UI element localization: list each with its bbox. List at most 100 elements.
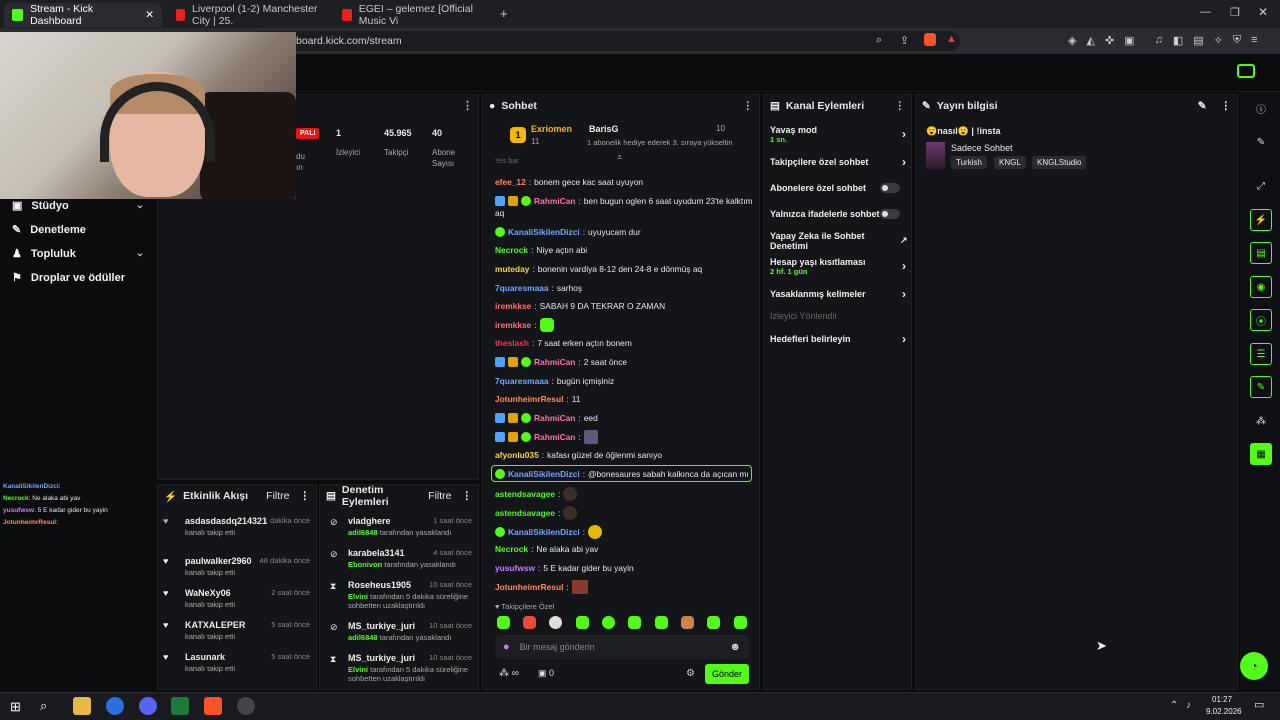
more-options-icon[interactable]: ⋮ <box>895 100 906 112</box>
emote-icon[interactable] <box>628 616 641 629</box>
document-icon[interactable]: ▤ <box>1250 242 1272 264</box>
filter-button[interactable]: Filtre <box>428 490 451 502</box>
volume-icon[interactable]: ♪ <box>1186 700 1191 711</box>
live-badge: PALI <box>296 128 320 139</box>
more-options-icon[interactable]: ⋮ <box>462 490 473 502</box>
more-options-icon[interactable]: ⋮ <box>462 99 473 112</box>
more-options-icon[interactable]: ⋮ <box>300 490 311 502</box>
expand-icon[interactable]: ⤢ <box>1250 175 1272 197</box>
extension-icon[interactable]: ◈ <box>1068 34 1076 47</box>
sidebar-item-drops[interactable]: ⚑ Droplar ve ödüller <box>12 271 144 285</box>
send-button[interactable]: Gönder <box>705 664 749 684</box>
emote-icon[interactable] <box>549 616 562 629</box>
slow-mode-setting[interactable]: Yavaş mod 1 sn. › <box>770 125 906 144</box>
zoom-icon[interactable]: ⌕ <box>876 34 882 47</box>
sidebar-item-moderation[interactable]: ✎ Denetleme <box>12 223 144 237</box>
edit-icon[interactable]: ✎ <box>1250 131 1272 153</box>
account-age-setting[interactable]: Hesap yaşı kısıtlaması 2 hf. 1 gün › <box>770 257 906 276</box>
brave-shield-icon[interactable] <box>924 33 936 46</box>
emote-icon[interactable] <box>655 616 668 629</box>
info-icon[interactable]: ⓘ <box>1250 97 1272 119</box>
obs-icon[interactable] <box>237 697 255 715</box>
clapper-icon[interactable]: ▦ <box>1250 443 1272 465</box>
emote-chat-toggle[interactable] <box>880 209 900 219</box>
close-window-icon[interactable]: ✕ <box>1258 5 1268 19</box>
extension-icon[interactable]: ◭ <box>1086 34 1094 47</box>
chat-input-placeholder: Bir mesaj gönderin <box>519 642 595 652</box>
emote-icon[interactable] <box>734 616 747 629</box>
search-icon[interactable]: ⌕ <box>40 698 47 714</box>
tray-chevron-icon[interactable]: ⌃ <box>1170 700 1178 711</box>
music-icon[interactable]: ♫ <box>1155 34 1163 47</box>
activity-item: ♥ Lasunark kanalı takip etti 5 saat önce <box>163 652 310 673</box>
subs-chat-toggle[interactable] <box>880 183 900 193</box>
chat-settings-icon[interactable]: ⚙ <box>686 668 695 679</box>
gift-counter[interactable]: ▣ 0 <box>538 668 554 679</box>
chat-bubble-icon[interactable]: ◉ <box>1250 276 1272 298</box>
emote-icon[interactable] <box>681 616 694 629</box>
rewards-icon[interactable]: ▲ <box>946 33 957 45</box>
more-options-icon[interactable]: ⋮ <box>743 100 754 112</box>
brave-icon[interactable] <box>204 697 222 715</box>
webcam-overlay <box>0 32 296 199</box>
followers-chat-setting[interactable]: Takipçilere özel sohbet › <box>770 155 906 169</box>
sidebar-icon[interactable]: ◧ <box>1173 34 1183 47</box>
collapse-pinned-icon[interactable]: ⩡ <box>617 152 622 163</box>
terminal-icon[interactable] <box>171 697 189 715</box>
banned-words-setting[interactable]: Yasaklanmış kelimeler › <box>770 287 906 301</box>
browser-tab-bar: Stream - Kick Dashboard ✕ Liverpool (1-2… <box>0 0 1280 28</box>
tab-kick-dashboard[interactable]: Stream - Kick Dashboard ✕ <box>4 3 162 27</box>
badge-icon <box>495 527 505 537</box>
goals-setting[interactable]: Hedefleri belirleyin › <box>770 332 906 346</box>
edit-icon[interactable]: ✎ <box>1198 100 1207 112</box>
users-icon[interactable]: ⁂ ∞ <box>499 668 519 679</box>
tab-music[interactable]: EGEI – gelemez [Official Music Vi <box>334 3 494 27</box>
tab-liverpool[interactable]: Liverpool (1-2) Manchester City | 25. <box>168 3 328 27</box>
kick-logo-icon[interactable] <box>1237 64 1255 78</box>
microphone-icon[interactable]: ● <box>503 641 510 653</box>
share-icon[interactable]: ⇪ <box>900 34 909 47</box>
tab-icon[interactable]: ▣ <box>1124 34 1134 47</box>
emote-icon[interactable] <box>707 616 720 629</box>
gift-promo-note: 1 abonelik hediye ederek 3. sıraya yükse… <box>587 138 733 147</box>
chat-icon: ● <box>489 100 496 112</box>
emote-chat-setting[interactable]: Yalnızca ifadelerle sohbet <box>770 209 906 219</box>
close-tab-icon[interactable]: ✕ <box>145 9 154 21</box>
steam-icon[interactable] <box>106 697 124 715</box>
lightning-icon[interactable]: ⚡ <box>1250 209 1272 231</box>
broadcast-icon[interactable]: ⦿ <box>1250 309 1272 331</box>
subs-chat-setting[interactable]: Abonelere özel sohbet <box>770 183 906 193</box>
ai-moderation-setting[interactable]: Yapay Zeka ile Sohbet Denetimi ↗ <box>770 231 908 251</box>
windows-start-icon[interactable]: ⊞ <box>10 699 21 715</box>
puzzle-icon[interactable]: ✜ <box>1105 34 1114 47</box>
url-bar[interactable]: board.kick.com/stream <box>250 31 960 51</box>
heart-icon: ♥ <box>163 588 169 598</box>
badge-icon <box>508 432 518 442</box>
wrench-icon[interactable]: ✎ <box>1250 376 1272 398</box>
wallet-icon[interactable]: ▤ <box>1193 34 1203 47</box>
file-explorer-icon[interactable] <box>73 697 91 715</box>
filter-button[interactable]: Filtre <box>266 490 289 502</box>
vpn-icon[interactable]: ⛨ <box>1233 34 1241 47</box>
emoji-icon[interactable]: ☻ <box>729 641 741 653</box>
minimize-icon[interactable]: — <box>1200 6 1211 18</box>
chat-input[interactable]: ● Bir mesaj gönderin ☻ <box>495 635 749 659</box>
leo-icon[interactable]: ✧ <box>1214 34 1223 47</box>
sidebar-item-studio[interactable]: ▣ Stüdyo ⌄ <box>12 199 144 213</box>
chat-message: KanaliSikilenDizci: uyuyucam dur <box>495 227 641 237</box>
new-tab-icon[interactable]: + <box>500 6 508 21</box>
emote-icon[interactable] <box>576 616 589 629</box>
followers-only-label: ♥ Takipçilere Özel <box>495 602 555 611</box>
more-options-icon[interactable]: ⋮ <box>1221 100 1232 112</box>
support-chat-icon[interactable]: ◔ <box>1240 652 1268 680</box>
restore-icon[interactable]: ❐ <box>1230 6 1240 19</box>
database-icon[interactable]: ☰ <box>1250 343 1272 365</box>
menu-icon[interactable]: ≡ <box>1251 34 1257 47</box>
users-icon[interactable]: ⁂ <box>1250 410 1272 432</box>
emote-icon[interactable] <box>602 616 615 629</box>
notification-icon[interactable]: ▭ <box>1254 698 1264 711</box>
emote-icon[interactable] <box>497 616 510 629</box>
discord-icon[interactable] <box>139 697 157 715</box>
emote-icon[interactable] <box>523 616 536 629</box>
sidebar-item-community[interactable]: ♟ Topluluk ⌄ <box>12 247 144 261</box>
